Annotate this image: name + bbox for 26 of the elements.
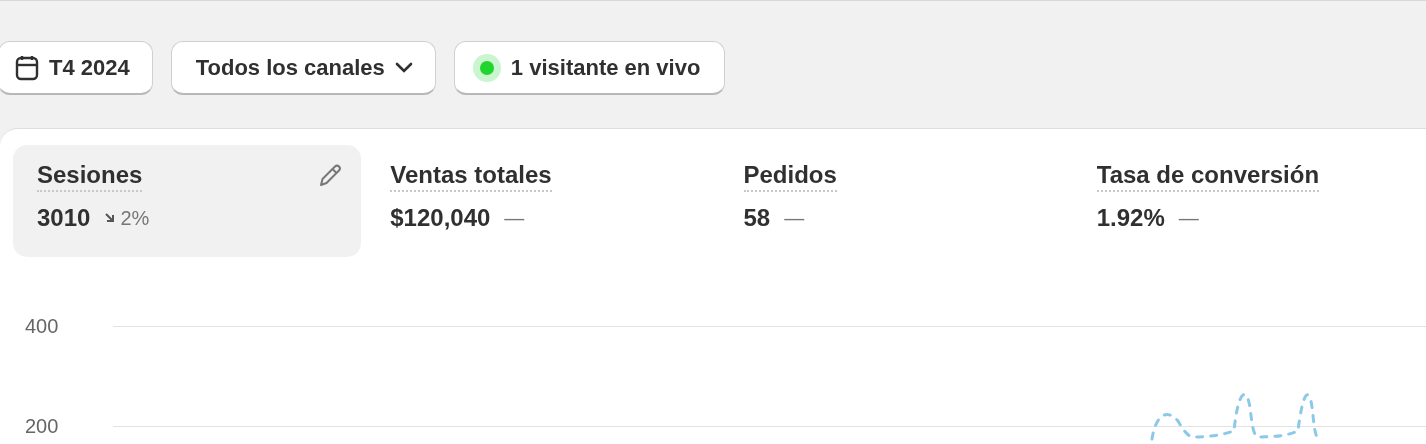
metric-value: 1.92% — [1096, 204, 1165, 232]
metric-title: Sesiones — [37, 161, 143, 192]
calendar-icon — [15, 54, 39, 81]
metric-tile[interactable]: Pedidos 58 — — [719, 145, 1068, 257]
axis-label: 200 — [25, 415, 60, 438]
axis-label: 400 — [25, 315, 60, 338]
chevron-down-icon — [394, 61, 413, 74]
trend-down-icon — [104, 212, 117, 224]
metric-tile[interactable]: Ventas totales $120,040 — — [366, 145, 715, 257]
channel-dropdown[interactable]: Todos los canales — [170, 41, 436, 95]
metric-change: — — [504, 206, 525, 230]
metric-title: Tasa de conversión — [1096, 161, 1320, 192]
live-status-icon — [472, 53, 501, 82]
metric-change: 2% — [120, 206, 150, 230]
metric-tile[interactable]: Sesiones 3010 2% — [13, 145, 362, 257]
date-range-button[interactable]: T4 2024 — [0, 41, 153, 95]
metric-value: 3010 — [37, 204, 91, 232]
metric-value: 58 — [743, 204, 771, 232]
metric-title: Pedidos — [743, 161, 837, 192]
metric-change: — — [1178, 206, 1199, 230]
pencil-icon[interactable] — [317, 163, 344, 189]
metric-change: — — [784, 206, 805, 230]
live-visitors-button[interactable]: 1 visitante en vivo — [453, 41, 726, 95]
metric-tile[interactable]: Tasa de conversión 1.92% — — [1072, 145, 1421, 257]
metric-value: $120,040 — [390, 204, 491, 232]
metric-title: Ventas totales — [390, 161, 552, 192]
